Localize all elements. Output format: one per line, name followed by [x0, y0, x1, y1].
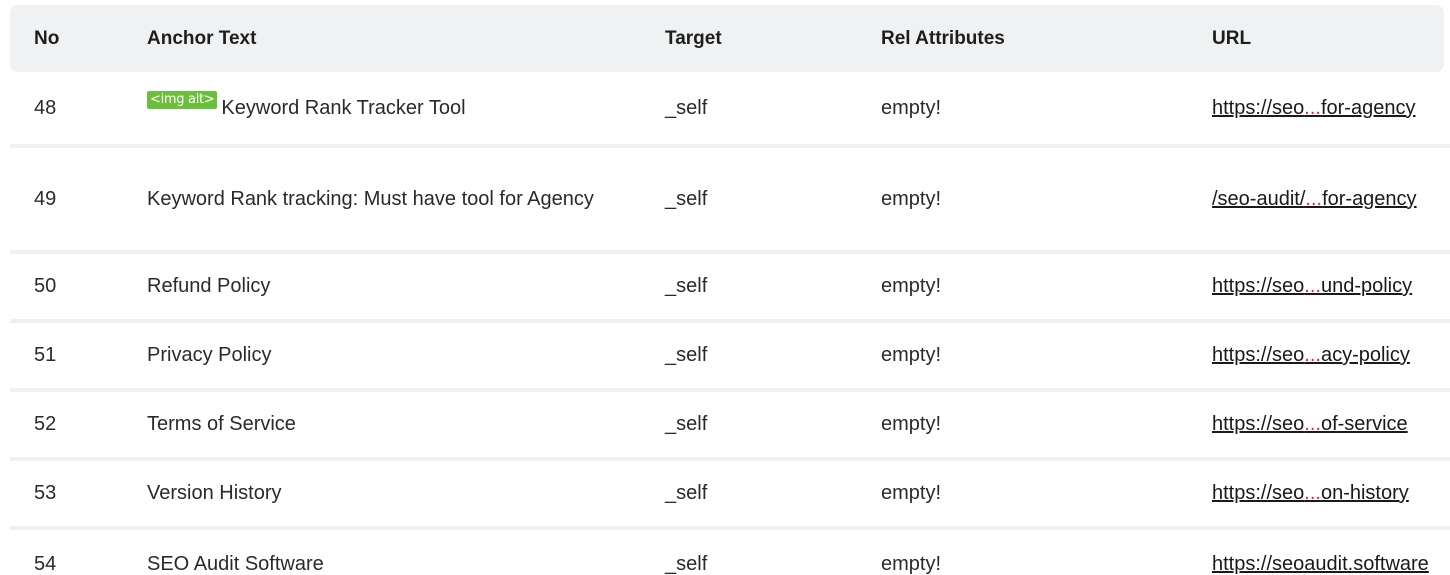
url-link[interactable]: https://seo...on-history: [1212, 482, 1409, 505]
img-alt-badge: <img alt>: [147, 91, 218, 109]
anchor-text: SEO Audit Software: [147, 553, 324, 575]
table-row: 52 Terms of Service _self empty! https:/…: [10, 392, 1450, 461]
row-number: 48: [34, 96, 57, 119]
row-number: 54: [34, 553, 57, 575]
url-link[interactable]: /seo-audit/...for-agency: [1212, 188, 1417, 211]
url-link[interactable]: https://seo...acy-policy: [1212, 344, 1410, 367]
anchor-text-cell: <img alt> Keyword Rank Tracker Tool: [147, 72, 617, 144]
url-cell: https://seo...acy-policy: [1212, 323, 1450, 388]
rel-value: empty!: [881, 482, 942, 504]
row-number: 50: [34, 275, 57, 297]
url-cell: https://seoaudit.software: [1212, 530, 1450, 575]
table-row: 54 SEO Audit Software _self empty! https…: [10, 530, 1450, 575]
rel-value: empty!: [881, 275, 942, 297]
target-value: _self: [665, 96, 708, 119]
url-cell: https://seo...of-service: [1212, 392, 1450, 457]
target-value: _self: [665, 344, 708, 366]
table-row: 53 Version History _self empty! https://…: [10, 461, 1450, 530]
target-value: _self: [665, 553, 708, 575]
rel-value: empty!: [881, 96, 942, 119]
row-number: 53: [34, 482, 57, 504]
url-link[interactable]: https://seo...for-agency: [1212, 97, 1415, 120]
row-number: 49: [34, 187, 57, 210]
rel-value: empty!: [881, 344, 942, 366]
links-table: No Anchor Text Target Rel Attributes URL…: [10, 5, 1450, 575]
rel-value: empty!: [881, 187, 942, 210]
url-link[interactable]: https://seo...und-policy: [1212, 275, 1412, 298]
anchor-text: Terms of Service: [147, 413, 296, 435]
target-value: _self: [665, 413, 708, 435]
header-url: URL: [1212, 28, 1252, 49]
rel-value: empty!: [881, 413, 942, 435]
table-row: 50 Refund Policy _self empty! https://se…: [10, 254, 1450, 323]
table-row: 51 Privacy Policy _self empty! https://s…: [10, 323, 1450, 392]
anchor-text: Keyword Rank tracking: Must have tool fo…: [147, 188, 594, 210]
header-target: Target: [665, 28, 722, 49]
target-value: _self: [665, 187, 708, 210]
rel-value: empty!: [881, 553, 942, 575]
anchor-text: Refund Policy: [147, 275, 271, 297]
table-row: 48 <img alt> Keyword Rank Tracker Tool _…: [10, 72, 1450, 148]
url-cell: https://seo...for-agency: [1212, 72, 1450, 144]
header-no: No: [34, 28, 60, 49]
url-link[interactable]: https://seo...of-service: [1212, 413, 1408, 436]
url-cell: https://seo...on-history: [1212, 461, 1450, 526]
target-value: _self: [665, 482, 708, 504]
row-number: 51: [34, 344, 57, 366]
header-rel-attributes: Rel Attributes: [881, 28, 1005, 49]
target-value: _self: [665, 275, 708, 297]
anchor-text: Privacy Policy: [147, 344, 272, 366]
anchor-text: Version History: [147, 482, 282, 504]
anchor-text: Keyword Rank Tracker Tool: [221, 96, 466, 119]
table-header: No Anchor Text Target Rel Attributes URL: [10, 5, 1444, 72]
header-anchor-text: Anchor Text: [147, 28, 257, 49]
row-number: 52: [34, 413, 57, 435]
table-row: 49 Keyword Rank tracking: Must have tool…: [10, 148, 1450, 254]
url-link[interactable]: https://seoaudit.software: [1212, 553, 1429, 575]
url-cell: https://seo...und-policy: [1212, 254, 1450, 319]
url-cell: /seo-audit/...for-agency: [1212, 148, 1450, 250]
